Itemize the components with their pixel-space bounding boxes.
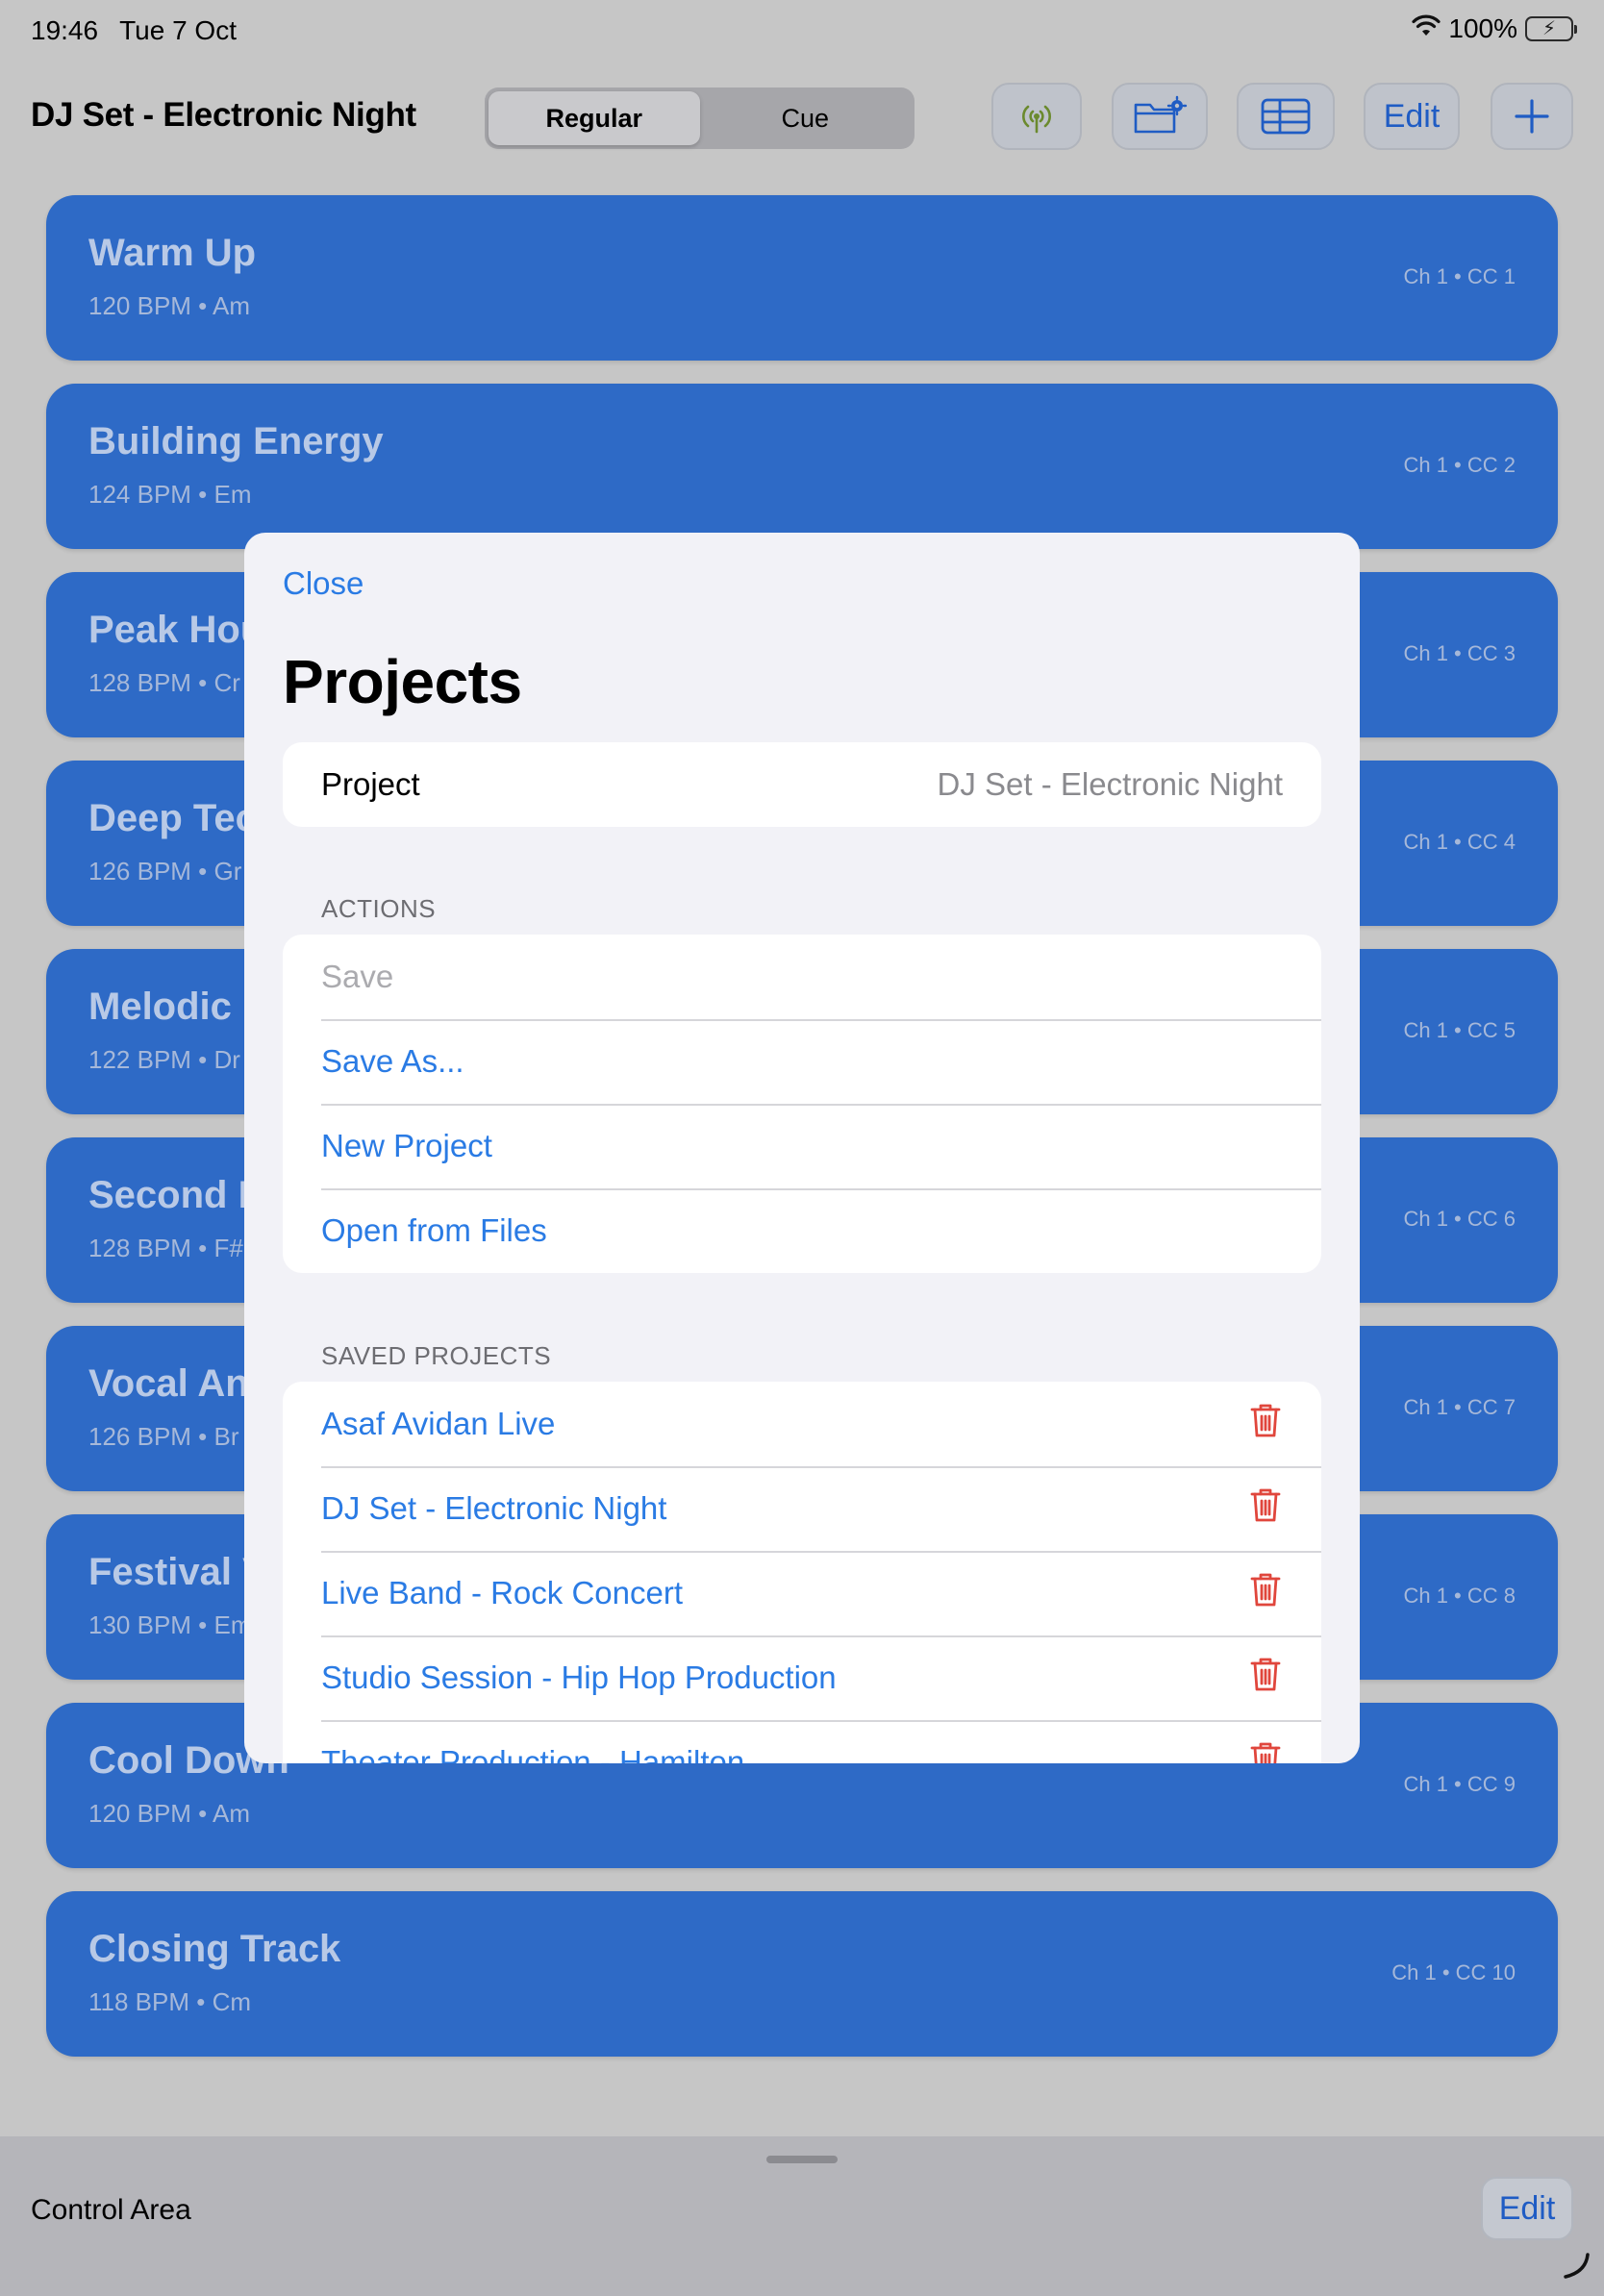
cue-tempo-key: 120 BPM • Am: [88, 291, 251, 320]
cue-midi-mapping: Ch 1 • CC 10: [1391, 1960, 1516, 1984]
saved-projects-section-header: SAVED PROJECTS: [321, 1341, 552, 1370]
saved-project-name: DJ Set - Electronic Night: [321, 1490, 667, 1526]
battery-charging-icon: ⚡: [1525, 16, 1577, 41]
cue-card[interactable]: Building Energy 124 BPM • Em Ch 1 • CC 2: [46, 384, 1558, 549]
cue-title: Melodic I: [88, 986, 254, 1028]
saved-project-name: Live Band - Rock Concert: [321, 1575, 684, 1610]
trash-icon[interactable]: [1248, 1570, 1283, 1616]
cue-midi-mapping: Ch 1 • CC 9: [1403, 1772, 1516, 1796]
antenna-icon: [1015, 95, 1058, 137]
cue-title: Festival V: [88, 1551, 268, 1593]
project-folder-button[interactable]: [1112, 83, 1208, 150]
status-indicators: 100% ⚡: [1412, 13, 1577, 44]
cue-tempo-key: 120 BPM • Am: [88, 1799, 251, 1828]
cue-tempo-key: 126 BPM • Gr: [88, 857, 242, 886]
control-area-title: Control Area: [31, 2194, 191, 2226]
saved-project-row[interactable]: Live Band - Rock Concert: [283, 1551, 1321, 1635]
cue-tempo-key: 126 BPM • Br: [88, 1422, 239, 1451]
new-project-button[interactable]: New Project: [283, 1104, 1321, 1188]
saved-project-name: Theater Production - Hamilton: [321, 1744, 745, 1763]
cue-card[interactable]: Closing Track 118 BPM • Cm Ch 1 • CC 10: [46, 1891, 1558, 2057]
project-label: Project: [321, 766, 420, 802]
mode-segmented-control[interactable]: Regular Cue: [485, 87, 915, 149]
cue-title: Second D: [88, 1174, 266, 1216]
cue-title: Peak Hou: [88, 609, 264, 651]
trash-icon[interactable]: [1248, 1739, 1283, 1763]
close-button[interactable]: Close: [283, 565, 363, 602]
saved-projects-list: Asaf Avidan Live DJ Set - Electronic Nig…: [283, 1382, 1321, 1763]
control-area-edit-button[interactable]: Edit: [1481, 2177, 1573, 2240]
cue-midi-mapping: Ch 1 • CC 2: [1403, 453, 1516, 477]
cue-tempo-key: 130 BPM • Em: [88, 1610, 252, 1639]
cue-tempo-key: 122 BPM • Dr: [88, 1045, 240, 1074]
trash-icon[interactable]: [1248, 1485, 1283, 1532]
status-bar: 19:46 Tue 7 Oct 100% ⚡: [0, 0, 1604, 58]
cue-midi-mapping: Ch 1 • CC 7: [1403, 1395, 1516, 1419]
trash-icon[interactable]: [1248, 1655, 1283, 1701]
cue-title: Building Energy: [88, 420, 384, 462]
saved-project-row[interactable]: Theater Production - Hamilton: [283, 1720, 1321, 1763]
cue-midi-mapping: Ch 1 • CC 6: [1403, 1207, 1516, 1231]
cue-tempo-key: 118 BPM • Cm: [88, 1987, 251, 2016]
projects-sheet: Close Projects Project DJ Set - Electron…: [244, 533, 1360, 1763]
grid-view-button[interactable]: [1237, 83, 1335, 150]
cue-card[interactable]: Warm Up 120 BPM • Am Ch 1 • CC 1: [46, 195, 1558, 361]
midi-broadcast-button[interactable]: [991, 83, 1082, 150]
cue-midi-mapping: Ch 1 • CC 1: [1403, 264, 1516, 288]
cue-midi-mapping: Ch 1 • CC 8: [1403, 1584, 1516, 1608]
saved-project-row[interactable]: Asaf Avidan Live: [283, 1382, 1321, 1466]
cue-tempo-key: 128 BPM • F#: [88, 1234, 243, 1262]
saved-project-row[interactable]: DJ Set - Electronic Night: [283, 1466, 1321, 1551]
saved-project-name: Studio Session - Hip Hop Production: [321, 1660, 837, 1695]
edit-button[interactable]: Edit: [1364, 83, 1460, 150]
cue-tempo-key: 124 BPM • Em: [88, 480, 252, 509]
status-date: Tue 7 Oct: [119, 15, 237, 45]
saved-project-name: Asaf Avidan Live: [321, 1406, 556, 1441]
cue-midi-mapping: Ch 1 • CC 5: [1403, 1018, 1516, 1042]
cue-midi-mapping: Ch 1 • CC 3: [1403, 641, 1516, 665]
add-cue-button[interactable]: [1491, 83, 1573, 150]
project-title: DJ Set - Electronic Night: [31, 96, 416, 134]
open-from-files-button[interactable]: Open from Files: [283, 1188, 1321, 1273]
actions-section-header: ACTIONS: [321, 894, 437, 923]
segment-cue[interactable]: Cue: [700, 91, 912, 145]
cue-midi-mapping: Ch 1 • CC 4: [1403, 830, 1516, 854]
plus-icon: [1513, 97, 1551, 136]
cue-title: Deep Tec: [88, 797, 257, 839]
status-time: 19:46: [31, 15, 99, 45]
project-value: DJ Set - Electronic Night: [937, 766, 1283, 802]
status-time-date: 19:46 Tue 7 Oct: [31, 15, 237, 46]
cue-title: Closing Track: [88, 1928, 341, 1970]
battery-percent: 100%: [1448, 13, 1517, 43]
trash-icon[interactable]: [1248, 1401, 1283, 1447]
control-area-panel: Control Area Edit: [0, 2136, 1604, 2296]
wifi-icon: [1412, 13, 1441, 44]
save-button[interactable]: Save: [283, 935, 1321, 1019]
save-as-button[interactable]: Save As...: [283, 1019, 1321, 1104]
saved-project-row[interactable]: Studio Session - Hip Hop Production: [283, 1635, 1321, 1720]
actions-list: Save Save As... New Project Open from Fi…: [283, 935, 1321, 1273]
cue-tempo-key: 128 BPM • Cr: [88, 668, 240, 697]
segment-regular[interactable]: Regular: [489, 91, 700, 145]
cue-title: Warm Up: [88, 232, 257, 274]
sheet-title: Projects: [283, 647, 522, 716]
resize-corner-icon: [1562, 2251, 1591, 2284]
current-project-row: Project DJ Set - Electronic Night: [283, 742, 1321, 827]
drag-handle[interactable]: [766, 2156, 838, 2163]
folder-settings-icon: [1132, 95, 1188, 137]
table-icon: [1261, 97, 1311, 136]
cue-title: Vocal An: [88, 1362, 249, 1405]
